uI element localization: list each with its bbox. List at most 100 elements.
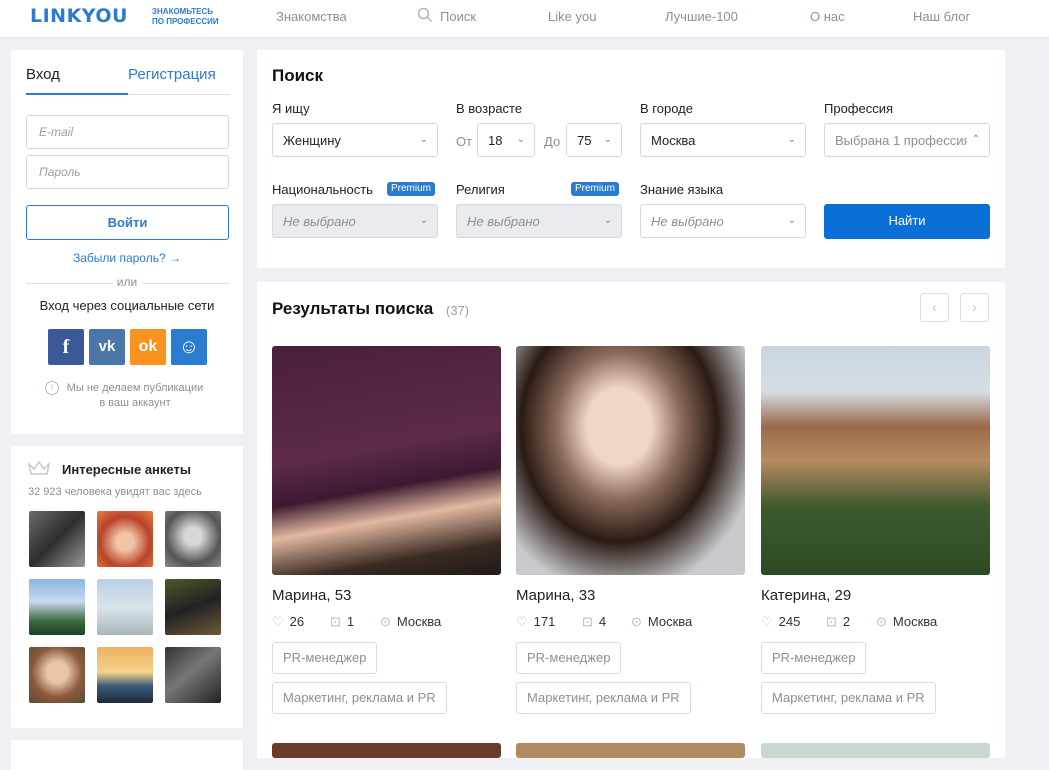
interesting-title: Интересные анкеты	[62, 462, 191, 477]
location-pin-icon: ⊙	[631, 614, 642, 629]
odnoklassniki-icon[interactable]: ok	[130, 329, 166, 365]
results-count: (37)	[446, 303, 470, 318]
nationality-select[interactable]: Не выбрано ⌄	[272, 204, 438, 238]
nav-like-you[interactable]: Like you	[548, 9, 596, 24]
or-text: или	[116, 275, 138, 289]
profession-tag[interactable]: PR-менеджер	[516, 642, 622, 674]
next-arrow-button[interactable]: ›	[960, 293, 989, 322]
profile-photo[interactable]	[272, 743, 501, 758]
likes-count: ♡ 245	[761, 614, 801, 629]
interesting-subtitle: 32 923 человека увидят вас здесь	[28, 486, 202, 498]
looking-for-label: Я ищу	[272, 101, 310, 116]
chevron-down-icon: ⌄	[419, 215, 428, 226]
profession-select[interactable]: Выбрана 1 профессия ⌃	[824, 123, 990, 157]
profile-thumb[interactable]	[29, 647, 85, 703]
profile-name[interactable]: Марина, 53	[272, 587, 351, 604]
age-label: В возрасте	[456, 101, 523, 116]
industry-tag[interactable]: Маркетинг, реклама и PR	[761, 682, 936, 714]
email-field[interactable]: E-mail	[26, 115, 229, 149]
profile-photo[interactable]	[272, 346, 501, 575]
divider-right	[142, 283, 229, 284]
profession-tag[interactable]: PR-менеджер	[272, 642, 378, 674]
forgot-password-link[interactable]: Забыли пароль? →	[11, 251, 243, 265]
age-to-label: До	[544, 134, 561, 149]
profession-tag[interactable]: PR-менеджер	[761, 642, 867, 674]
heart-icon: ♡	[761, 614, 773, 629]
profile-thumb[interactable]	[97, 511, 153, 567]
chevron-down-icon: ⌄	[787, 215, 796, 226]
language-select[interactable]: Не выбрано ⌄	[640, 204, 806, 238]
tab-divider	[128, 94, 230, 95]
profile-city: ⊙ Москва	[380, 614, 442, 629]
search-title: Поиск	[272, 66, 324, 85]
heart-icon: ♡	[272, 614, 284, 629]
profile-thumb[interactable]	[97, 579, 153, 635]
profile-photo[interactable]	[516, 346, 745, 575]
language-label: Знание языка	[640, 182, 724, 197]
city-select[interactable]: Москва ⌄	[640, 123, 806, 157]
heart-icon: ♡	[516, 614, 528, 629]
chevron-down-icon: ⌄	[516, 134, 525, 145]
location-pin-icon: ⊙	[380, 614, 391, 629]
login-button[interactable]: Войти	[26, 205, 229, 240]
login-panel: Вход Регистрация E-mail Пароль Войти Заб…	[11, 50, 243, 434]
no-publication-notice: Мы не делаем публикации в ваш аккаунт	[66, 382, 204, 409]
sidebar-next-panel	[11, 740, 243, 770]
vk-icon[interactable]: vk	[89, 329, 125, 365]
nav-dating[interactable]: Знакомства	[276, 9, 347, 24]
tab-login[interactable]: Вход	[26, 66, 60, 83]
profile-thumb[interactable]	[29, 579, 85, 635]
religion-label: Религия	[456, 182, 505, 197]
chevron-up-icon: ⌃	[971, 134, 980, 145]
crown-icon	[27, 460, 51, 481]
age-from-select[interactable]: 18 ⌄	[477, 123, 535, 157]
profile-thumb[interactable]	[29, 511, 85, 567]
photos-count: ⊡ 1	[330, 614, 355, 629]
site-logo[interactable]: LINKYOU	[30, 5, 128, 27]
mailru-icon[interactable]: ☺	[171, 329, 207, 365]
nav-blog[interactable]: Наш блог	[913, 9, 970, 24]
city-label: В городе	[640, 101, 693, 116]
likes-count: ♡ 171	[516, 614, 556, 629]
password-field[interactable]: Пароль	[26, 155, 229, 189]
photos-count: ⊡ 4	[582, 614, 607, 629]
religion-select[interactable]: Не выбрано ⌄	[456, 204, 622, 238]
profile-city: ⊙ Москва	[876, 614, 938, 629]
industry-tag[interactable]: Маркетинг, реклама и PR	[516, 682, 691, 714]
location-pin-icon: ⊙	[876, 614, 887, 629]
tab-register[interactable]: Регистрация	[128, 66, 216, 83]
profession-label: Профессия	[824, 101, 894, 116]
nav-about[interactable]: О нас	[810, 9, 845, 24]
nationality-label: Национальность	[272, 182, 373, 197]
chevron-down-icon: ⌄	[603, 215, 612, 226]
prev-arrow-button[interactable]: ‹	[920, 293, 949, 322]
active-tab-underline	[26, 93, 128, 95]
social-login-title: Вход через социальные сети	[39, 298, 215, 313]
profile-photo[interactable]	[761, 743, 990, 758]
age-from-label: От	[456, 134, 473, 149]
profile-name[interactable]: Катерина, 29	[761, 587, 851, 604]
nav-top-100[interactable]: Лучшие-100	[665, 9, 738, 24]
premium-badge: Premium	[387, 182, 436, 196]
profile-thumb[interactable]	[165, 579, 221, 635]
profile-photo[interactable]	[761, 346, 990, 575]
industry-tag[interactable]: Маркетинг, реклама и PR	[272, 682, 447, 714]
site-tagline: ЗНАКОМЬТЕСЬ ПО ПРОФЕССИИ	[152, 7, 219, 26]
likes-count: ♡ 26	[272, 614, 305, 629]
photos-count: ⊡ 2	[826, 614, 851, 629]
find-button[interactable]: Найти	[824, 204, 990, 239]
age-to-select[interactable]: 75 ⌄	[566, 123, 622, 157]
chevron-down-icon: ⌄	[787, 134, 796, 145]
profile-thumb[interactable]	[97, 647, 153, 703]
nav-search[interactable]: Поиск	[440, 9, 476, 24]
profile-photo[interactable]	[516, 743, 745, 758]
top-header: LINKYOU ЗНАКОМЬТЕСЬ ПО ПРОФЕССИИ Знакомс…	[0, 0, 1049, 38]
profile-thumb[interactable]	[165, 511, 221, 567]
camera-icon: ⊡	[330, 614, 341, 629]
profile-thumb[interactable]	[165, 647, 221, 703]
looking-for-select[interactable]: Женщину ⌄	[272, 123, 438, 157]
facebook-icon[interactable]: f	[48, 329, 84, 365]
chevron-down-icon: ⌄	[603, 134, 612, 145]
profile-name[interactable]: Марина, 33	[516, 587, 595, 604]
results-title: Результаты поиска	[272, 299, 434, 318]
